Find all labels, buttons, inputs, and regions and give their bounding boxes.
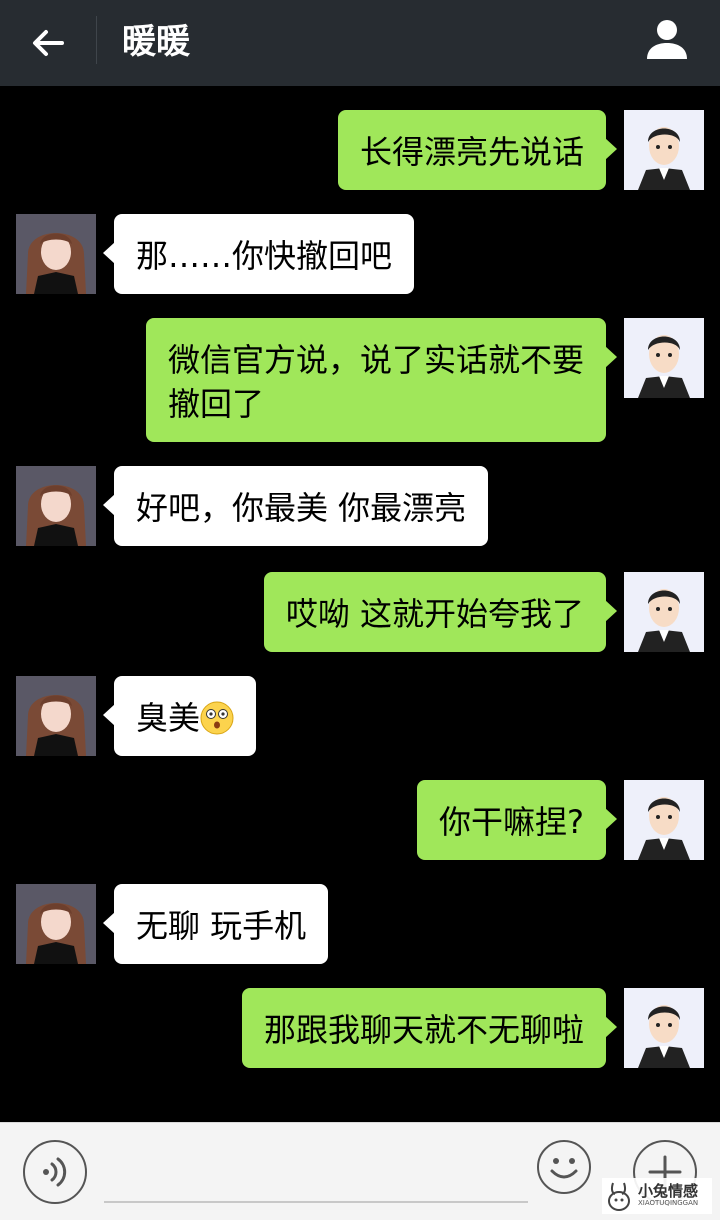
header-divider <box>96 16 97 64</box>
cartoon-man-avatar-icon <box>624 988 704 1068</box>
top-bar: 暖暖 <box>0 0 720 86</box>
cartoon-man-avatar-icon <box>624 110 704 190</box>
watermark-subtext: XIAOTUQINGGAN <box>638 1199 699 1207</box>
voice-button[interactable] <box>22 1139 88 1205</box>
message-bubble[interactable]: 好吧，你最美 你最漂亮 <box>102 466 489 546</box>
cartoon-man-avatar-icon <box>624 780 704 860</box>
person-icon <box>647 20 687 59</box>
contact-photo-avatar-icon <box>16 676 96 756</box>
message-row-outgoing: 你干嘛捏? <box>0 780 720 860</box>
contact-photo-avatar-icon <box>16 466 96 546</box>
emoji-button[interactable] <box>536 1139 592 1195</box>
contact-avatar[interactable] <box>16 884 96 964</box>
my-avatar[interactable] <box>624 988 704 1068</box>
my-avatar[interactable] <box>624 780 704 860</box>
message-line: 撤回了 <box>167 385 264 423</box>
surprised-face-emoji-icon <box>200 701 234 735</box>
input-bar: 小兔情感 XIAOTUQINGGAN <box>0 1122 720 1220</box>
watermark: 小兔情感 XIAOTUQINGGAN <box>602 1178 712 1214</box>
message-row-outgoing: 微信官方说，说了实话就不要 撤回了 <box>0 318 720 442</box>
profile-button[interactable] <box>644 16 690 62</box>
message-bubble[interactable]: 无聊 玩手机 <box>102 884 329 964</box>
chat-title: 暖暖 <box>122 22 190 62</box>
message-row-outgoing: 哎呦 这就开始夸我了 <box>0 572 720 652</box>
message-row-incoming: 好吧，你最美 你最漂亮 <box>0 466 720 546</box>
contact-avatar[interactable] <box>16 466 96 546</box>
contact-avatar[interactable] <box>16 676 96 756</box>
cartoon-man-avatar-icon <box>624 318 704 398</box>
cartoon-man-avatar-icon <box>624 572 704 652</box>
rabbit-logo-icon <box>608 1182 630 1211</box>
message-text: 臭美 <box>136 699 201 737</box>
message-row-outgoing: 长得漂亮先说话 <box>0 110 720 190</box>
message-row-incoming: 臭美 <box>0 676 720 756</box>
back-button[interactable] <box>26 20 72 66</box>
contact-photo-avatar-icon <box>16 214 96 294</box>
message-bubble[interactable]: 哎呦 这就开始夸我了 <box>263 572 618 652</box>
message-bubble[interactable]: 那……你快撤回吧 <box>102 214 415 294</box>
arrow-left-icon <box>33 30 64 56</box>
message-row-incoming: 无聊 玩手机 <box>0 884 720 964</box>
voice-icon <box>23 1140 87 1204</box>
message-row-outgoing: 那跟我聊天就不无聊啦 <box>0 988 720 1068</box>
my-avatar[interactable] <box>624 110 704 190</box>
my-avatar[interactable] <box>624 572 704 652</box>
smiley-icon <box>537 1140 591 1194</box>
contact-photo-avatar-icon <box>16 884 96 964</box>
message-bubble[interactable]: 臭美 <box>102 676 257 756</box>
message-list[interactable]: 长得漂亮先说话 那……你快撤回吧 微信官方说，说了实话就不要 撤回了 好吧，你最… <box>0 86 720 1122</box>
message-bubble[interactable]: 微信官方说，说了实话就不要 撤回了 <box>145 318 618 442</box>
message-line: 微信官方说，说了实话就不要 <box>167 341 584 379</box>
message-bubble[interactable]: 那跟我聊天就不无聊啦 <box>241 988 618 1068</box>
message-bubble[interactable]: 长得漂亮先说话 <box>337 110 618 190</box>
my-avatar[interactable] <box>624 318 704 398</box>
chat-screen: 暖暖 长得漂亮先说话 那……你快撤回吧 微信官方说，说了实话就不要 撤回了 好吧… <box>0 0 720 1220</box>
message-row-incoming: 那……你快撤回吧 <box>0 214 720 294</box>
message-input[interactable] <box>104 1149 528 1203</box>
message-bubble[interactable]: 你干嘛捏? <box>417 780 617 860</box>
contact-avatar[interactable] <box>16 214 96 294</box>
watermark-text: 小兔情感 <box>638 1182 699 1200</box>
